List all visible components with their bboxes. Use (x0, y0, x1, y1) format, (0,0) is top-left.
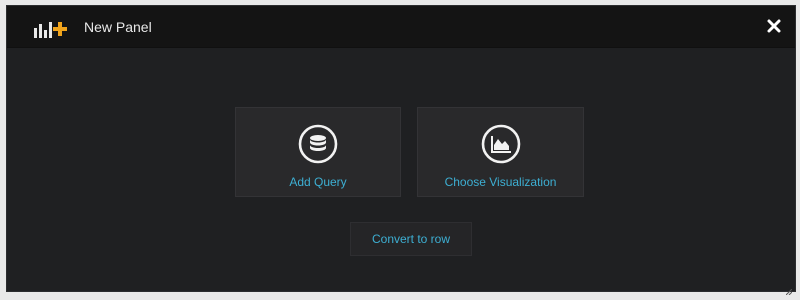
add-panel-icon (34, 20, 70, 38)
panel-title: New Panel (84, 19, 152, 35)
panel-header: New Panel (7, 6, 795, 48)
add-query-label: Add Query (289, 175, 347, 189)
choose-visualization-button[interactable]: Choose Visualization (417, 107, 584, 197)
area-chart-icon (481, 124, 521, 164)
close-icon[interactable] (765, 17, 783, 35)
database-icon (298, 124, 338, 164)
resize-handle-icon[interactable] (785, 282, 793, 296)
new-panel-window: New Panel Add Query Choose Visualization… (6, 5, 796, 296)
add-query-button[interactable]: Add Query (235, 107, 401, 197)
choose-visualization-label: Choose Visualization (444, 175, 557, 189)
convert-to-row-button[interactable]: Convert to row (350, 222, 472, 256)
